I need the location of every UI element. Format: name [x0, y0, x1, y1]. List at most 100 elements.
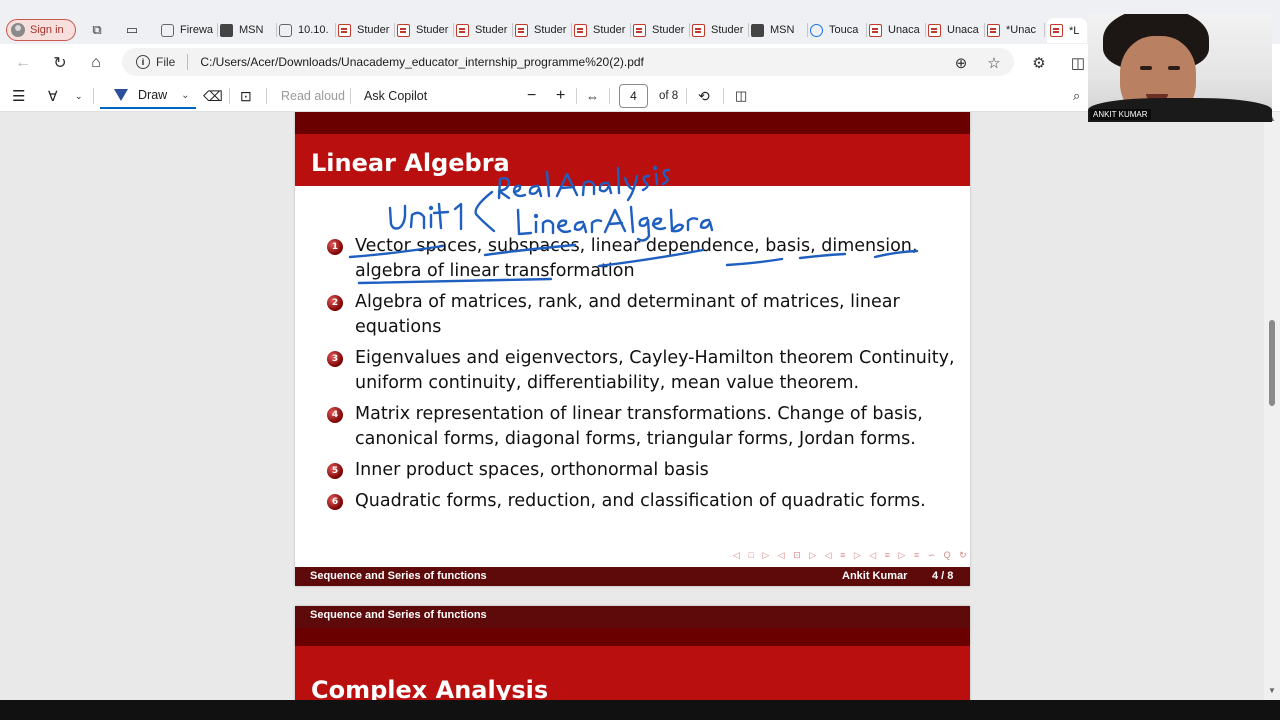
- address-field[interactable]: i File C:/Users/Acer/Downloads/Unacademy…: [122, 48, 1014, 76]
- scroll-down-icon[interactable]: ▼: [1268, 686, 1276, 695]
- pdf-icon: [456, 23, 469, 37]
- beamer-navigation-icons[interactable]: ◁ □ ▷ ◁ ⊡ ▷ ◁ ≡ ▷ ◁ ≡ ▷ ≡ ∽ Q ↻: [733, 550, 970, 561]
- browser-tab-label: Studer: [357, 24, 390, 36]
- info-icon[interactable]: i: [136, 55, 150, 69]
- zoom-in-icon[interactable]: +: [556, 86, 565, 106]
- toolbar-separator: [576, 88, 577, 104]
- browser-tab[interactable]: Unaca: [928, 19, 982, 41]
- generic-page-icon: [279, 23, 292, 37]
- pen-icon: [114, 89, 128, 101]
- browser-tab[interactable]: MSN: [220, 19, 274, 41]
- topic-text: Vector spaces, subspaces, linear depende…: [355, 236, 918, 281]
- browser-tab-label: MSN: [239, 24, 264, 36]
- sign-in-button[interactable]: Sign in: [6, 19, 76, 41]
- draw-chevron-icon[interactable]: ⌄: [181, 90, 189, 101]
- slide-page-4: Linear Algebra 1 Vector spaces, subspaces…: [295, 112, 970, 586]
- browser-tab-label: *Unac: [1006, 24, 1036, 36]
- draw-button[interactable]: Draw ⌄: [100, 83, 196, 109]
- browser-tab-label: Studer: [416, 24, 449, 36]
- topic-list-item: 5 Inner product spaces, orthonormal basis: [327, 458, 957, 483]
- scrollbar-thumb[interactable]: [1269, 320, 1275, 406]
- tab-separator: [984, 23, 985, 37]
- ask-copilot-button[interactable]: Ask Copilot: [364, 86, 427, 106]
- topic-list: 1 Vector spaces, subspaces, linear depend…: [327, 234, 957, 520]
- fit-page-icon[interactable]: ⇔: [586, 86, 599, 106]
- browser-tab[interactable]: Touca: [810, 19, 864, 41]
- page-view-icon[interactable]: ◫: [735, 86, 747, 106]
- slide-title-band: Linear Algebra: [295, 134, 970, 186]
- toolbar-separator: [266, 88, 267, 104]
- toolbar-separator: [609, 88, 610, 104]
- browser-tab[interactable]: Studer: [515, 19, 569, 41]
- tab-separator: [335, 23, 336, 37]
- browser-tab-label: Unaca: [947, 24, 979, 36]
- browser-tab[interactable]: Studer: [338, 19, 392, 41]
- slide-header-section: Sequence and Series of functions: [310, 609, 487, 621]
- pdf-document-view[interactable]: Linear Algebra 1 Vector spaces, subspaces…: [0, 112, 1280, 700]
- browser-tab[interactable]: *Unac: [987, 19, 1041, 41]
- home-icon[interactable]: ⌂: [86, 53, 106, 73]
- zoom-icon[interactable]: ⊕: [951, 53, 971, 73]
- tab-separator: [512, 23, 513, 37]
- enumeration-ball-icon: 1: [327, 239, 343, 255]
- toolbar-separator: [723, 88, 724, 104]
- browser-tab[interactable]: Unaca: [869, 19, 923, 41]
- find-icon[interactable]: ⌕: [1073, 86, 1080, 106]
- enumeration-ball-icon: 5: [327, 463, 343, 479]
- read-aloud-button[interactable]: Read aloud: [281, 86, 345, 106]
- topic-list-item: 1 Vector spaces, subspaces, linear depend…: [327, 234, 957, 284]
- toolbar-separator: [350, 88, 351, 104]
- refresh-icon[interactable]: ↻: [50, 53, 70, 73]
- browser-tab-label: MSN: [770, 24, 795, 36]
- browser-tab-label: 10.10.: [298, 24, 329, 36]
- tab-separator: [630, 23, 631, 37]
- tab-actions-icon[interactable]: ▭: [123, 21, 141, 39]
- pdf-icon: [633, 23, 646, 37]
- scheme-label: File: [156, 55, 176, 69]
- pdf-icon: [987, 23, 1000, 37]
- vertical-scrollbar[interactable]: ▲ ▼: [1264, 112, 1280, 700]
- contents-icon[interactable]: ☰: [12, 86, 25, 106]
- favorite-star-icon[interactable]: ☆: [984, 53, 1004, 73]
- pdf-icon: [574, 23, 587, 37]
- split-screen-icon[interactable]: ◫: [1068, 53, 1088, 73]
- generic-page-icon: [161, 23, 174, 37]
- browser-tab[interactable]: *L: [1047, 18, 1087, 43]
- browser-tab-label: Firewa: [180, 24, 214, 36]
- toolbar-separator: [93, 88, 94, 104]
- enumeration-ball-icon: 4: [327, 407, 343, 423]
- footer-author: Ankit Kumar: [842, 570, 908, 582]
- tab-separator: [571, 23, 572, 37]
- browser-tab-label: Studer: [711, 24, 744, 36]
- extensions-icon[interactable]: ⚙: [1029, 53, 1049, 73]
- webcam-overlay: ANKIT KUMAR: [1088, 14, 1272, 122]
- browser-tab[interactable]: Studer: [456, 19, 510, 41]
- browser-tab[interactable]: Studer: [633, 19, 687, 41]
- topic-list-item: 3 Eigenvalues and eigenvectors, Cayley-Ha…: [327, 346, 957, 396]
- url-text[interactable]: C:/Users/Acer/Downloads/Unacademy_educat…: [200, 55, 644, 69]
- text-box-icon[interactable]: ⊡: [240, 86, 252, 106]
- workspaces-icon[interactable]: ⧉: [88, 21, 106, 39]
- highlight-icon[interactable]: ∀: [48, 86, 58, 106]
- page-total-label: of 8: [659, 90, 679, 102]
- back-arrow-icon[interactable]: ←: [13, 53, 33, 73]
- eraser-icon[interactable]: ⌫: [203, 86, 223, 106]
- browser-tab[interactable]: Studer: [397, 19, 451, 41]
- msn-icon: [220, 23, 233, 37]
- taskbar-strip: [0, 700, 1280, 720]
- slide-title-band: Complex Analysis: [295, 646, 970, 700]
- tab-separator: [866, 23, 867, 37]
- browser-tab-label: Studer: [534, 24, 567, 36]
- tab-separator: [394, 23, 395, 37]
- zoom-out-icon[interactable]: −: [527, 86, 536, 106]
- browser-tab[interactable]: Studer: [692, 19, 746, 41]
- browser-tab[interactable]: Studer: [574, 19, 628, 41]
- rotate-icon[interactable]: ⟲: [698, 86, 710, 106]
- browser-tab[interactable]: MSN: [751, 19, 805, 41]
- tab-separator: [689, 23, 690, 37]
- browser-tab[interactable]: 10.10.: [279, 19, 333, 41]
- pdf-icon: [515, 23, 528, 37]
- browser-tab[interactable]: Firewa: [161, 19, 215, 41]
- highlight-chevron-icon[interactable]: ⌄: [75, 86, 83, 106]
- page-number-input[interactable]: 4: [619, 84, 648, 108]
